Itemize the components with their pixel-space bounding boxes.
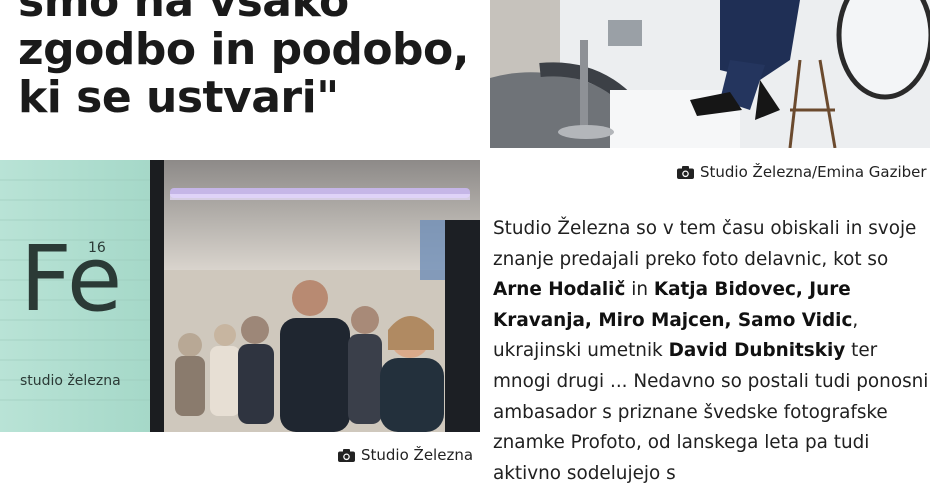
article-text-4: ter mnogi drugi ... Nedavno so postali t… <box>493 340 929 484</box>
article-headline: smo na vsako zgodbo in podobo, ki se ust… <box>18 0 478 122</box>
studio-caption-text: Studio Železna/Emina Gaziber <box>700 163 927 181</box>
event-photo-illustration: Fe 16 studio železna <box>0 160 480 432</box>
person-name-3: David Dubnitskiy <box>668 340 846 362</box>
camera-icon <box>677 165 694 179</box>
headline-line-2: zgodbo in podobo, <box>18 24 470 75</box>
sign-text: studio železna <box>20 373 121 389</box>
studio-photo-caption: Studio Železna/Emina Gaziber <box>677 163 927 181</box>
right-column: Studio Železna/Emina Gaziber Studio Žele… <box>490 0 930 484</box>
event-photo[interactable]: Fe 16 studio železna <box>0 160 480 432</box>
article-text-2: in <box>625 279 654 301</box>
event-caption-text: Studio Železna <box>361 446 474 464</box>
person-name-1: Arne Hodalič <box>493 279 626 301</box>
headline-line-1: smo na vsako <box>18 0 349 27</box>
article-paragraph: Studio Železna so v tem času obiskali in… <box>493 214 930 489</box>
sign-number: 16 <box>88 240 106 256</box>
sign-symbol: Fe <box>20 227 122 332</box>
studio-photo[interactable] <box>490 0 930 148</box>
left-column: smo na vsako zgodbo in podobo, ki se ust… <box>0 0 480 465</box>
article-text-1: Studio Železna so v tem času obiskali in… <box>493 218 917 270</box>
camera-icon <box>338 448 355 462</box>
event-photo-caption: Studio Železna <box>338 446 473 464</box>
studio-photo-illustration <box>490 0 930 148</box>
headline-line-3: ki se ustvari" <box>18 72 339 123</box>
